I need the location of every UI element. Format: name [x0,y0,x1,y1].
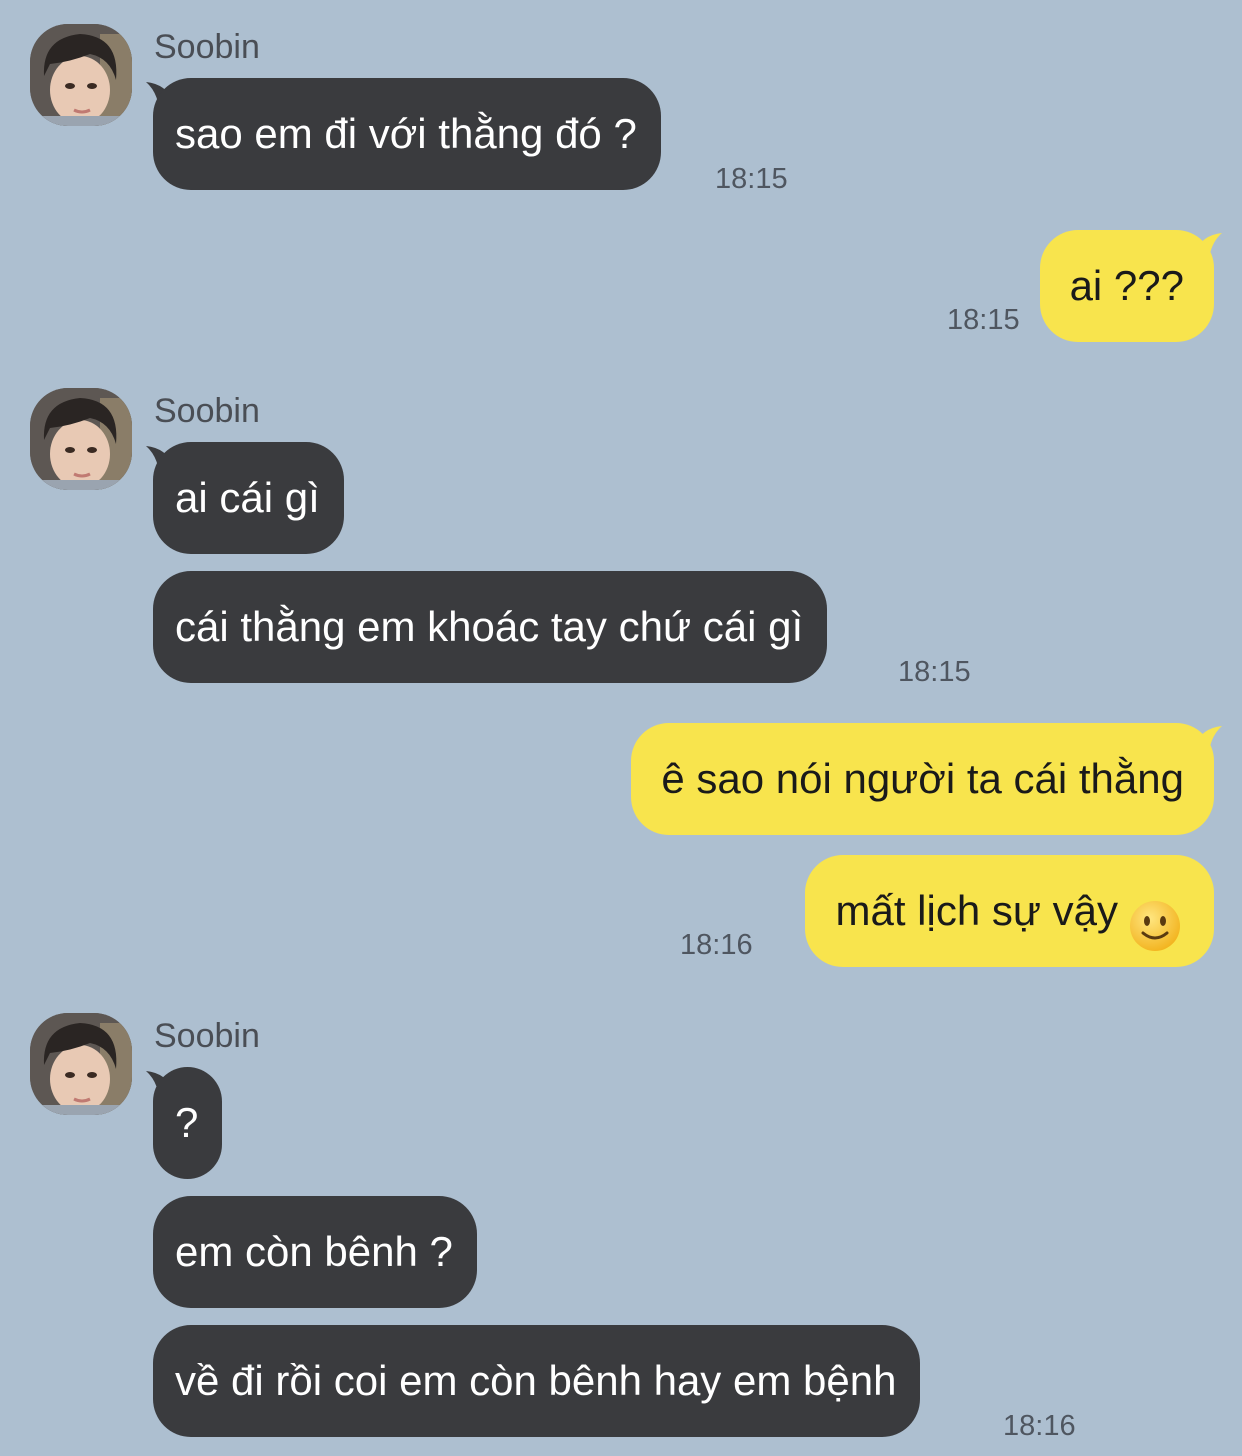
message-timestamp: 18:16 [1003,1410,1076,1442]
message-bubble-outgoing[interactable]: ai ??? [1039,230,1214,342]
sender-name: Soobin [154,1017,260,1055]
message-timestamp: 18:15 [715,163,788,195]
avatar-photo [30,388,132,490]
slightly-smiling-face-icon [1128,883,1182,951]
message-timestamp: 18:15 [947,304,1020,336]
message-bubble-incoming[interactable]: ? [153,1067,223,1179]
avatar[interactable] [30,388,132,490]
message-bubble-outgoing[interactable]: mất lịch sự vậy [805,855,1214,967]
message-bubble-incoming[interactable]: cái thằng em khoác tay chứ cái gì [153,571,828,683]
message-timestamp: 18:15 [898,656,971,688]
message-bubble-outgoing[interactable]: ê sao nói người ta cái thằng [631,723,1214,835]
message-bubble-incoming[interactable]: về đi rồi coi em còn bênh hay em bệnh [153,1325,921,1437]
avatar[interactable] [30,24,132,126]
message-text: mất lịch sự vậy [835,887,1118,934]
sender-name: Soobin [154,28,260,66]
message-bubble-incoming[interactable]: sao em đi với thằng đó ? [153,78,661,190]
sender-name: Soobin [154,392,260,430]
avatar-photo [30,1013,132,1115]
message-bubble-incoming[interactable]: em còn bênh ? [153,1196,477,1308]
message-bubble-incoming[interactable]: ai cái gì [153,442,344,554]
message-timestamp: 18:16 [680,929,753,961]
avatar[interactable] [30,1013,132,1115]
avatar-photo [30,24,132,126]
